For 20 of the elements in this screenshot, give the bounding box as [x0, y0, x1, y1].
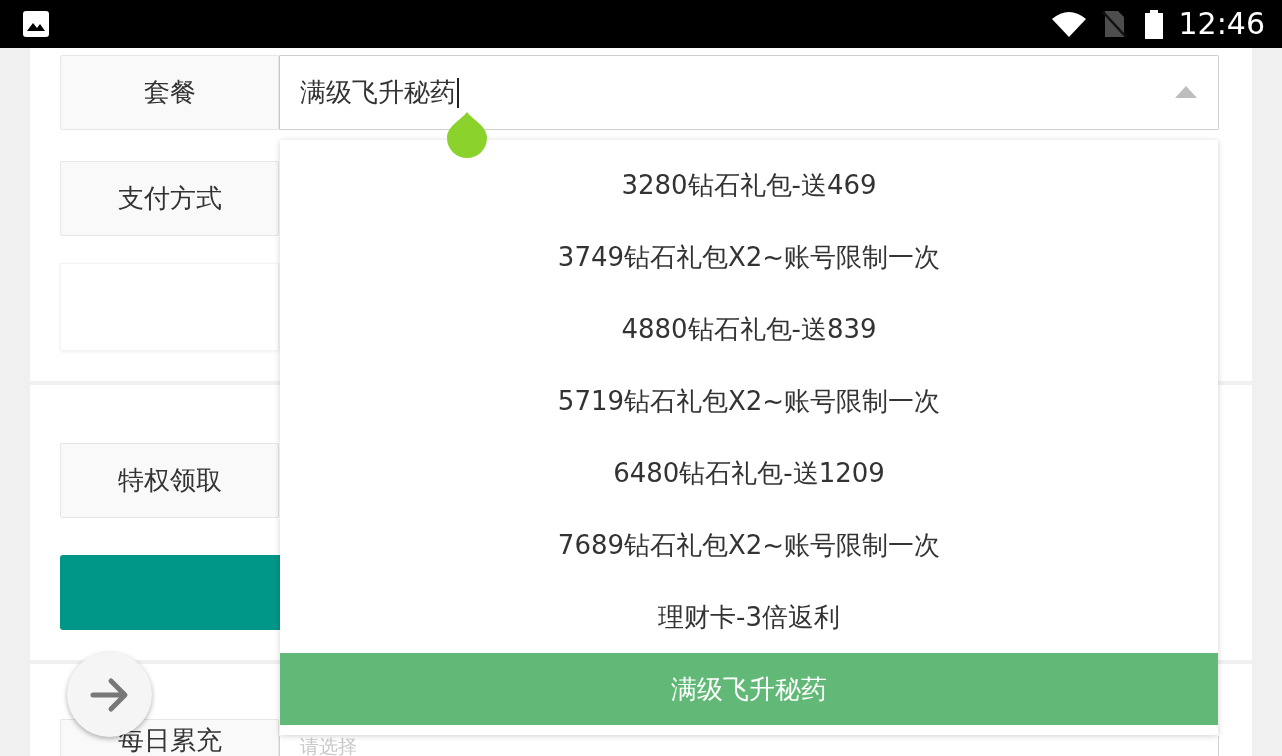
wifi-icon: [1051, 11, 1086, 37]
action-button[interactable]: [60, 555, 280, 630]
clock-time: 12:46: [1178, 8, 1265, 40]
triangle-icon[interactable]: [1175, 86, 1197, 98]
select-field[interactable]: 满级飞升秘药: [279, 55, 1219, 130]
dropdown-option[interactable]: 理财卡-3倍返利: [280, 581, 1218, 653]
field-label: 特权领取: [60, 443, 279, 518]
dropdown-option[interactable]: 7689钻石礼包X2~账号限制一次: [280, 509, 1218, 581]
battery-icon: [1144, 9, 1163, 39]
arrow-right-icon: [89, 676, 130, 713]
text-handle-icon[interactable]: [447, 112, 487, 158]
image-icon: [23, 11, 49, 37]
dropdown-option[interactable]: 3280钻石礼包-送469: [280, 149, 1218, 221]
no-sim-icon: [1100, 10, 1127, 38]
dropdown-option[interactable]: 3749钻石礼包X2~账号限制一次: [280, 221, 1218, 293]
dropdown-option[interactable]: 5719钻石礼包X2~账号限制一次: [280, 365, 1218, 437]
field-label: 套餐: [60, 55, 279, 130]
dropdown-option[interactable]: 6480钻石礼包-送1209: [280, 437, 1218, 509]
field-label: 支付方式: [60, 161, 279, 236]
dropdown-option[interactable]: 4880钻石礼包-送839: [280, 293, 1218, 365]
